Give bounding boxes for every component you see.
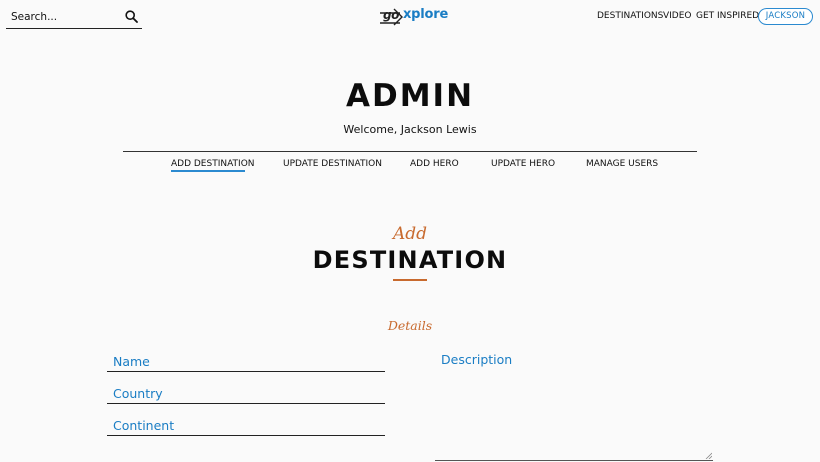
continent-input[interactable] bbox=[113, 417, 379, 434]
admin-page: go xplore DESTINATIONS VIDEO GET INSPIRE… bbox=[0, 0, 820, 462]
welcome-message: Welcome, Jackson Lewis bbox=[343, 123, 477, 136]
search-icon[interactable] bbox=[125, 10, 138, 23]
section-heading: DESTINATION bbox=[312, 246, 508, 274]
heading-accent-divider bbox=[393, 279, 427, 281]
nav-link-get-inspired[interactable]: GET INSPIRED bbox=[696, 11, 759, 21]
page-title: ADMIN bbox=[345, 78, 475, 114]
nav-link-video[interactable]: VIDEO bbox=[663, 11, 692, 21]
search-input[interactable] bbox=[11, 8, 119, 26]
user-account-button[interactable]: JACKSON bbox=[758, 8, 813, 25]
logo-suffix: xplore bbox=[403, 7, 449, 22]
name-input[interactable] bbox=[113, 353, 379, 370]
tab-add-hero[interactable]: ADD HERO bbox=[410, 159, 459, 169]
country-field bbox=[107, 383, 385, 404]
description-textarea[interactable] bbox=[441, 352, 711, 456]
section-kicker: Add bbox=[392, 224, 428, 244]
details-subheading: Details bbox=[387, 318, 433, 333]
top-header: go xplore DESTINATIONS VIDEO GET INSPIRE… bbox=[0, 0, 820, 34]
active-tab-indicator bbox=[171, 170, 245, 172]
site-logo[interactable]: go xplore bbox=[378, 6, 448, 28]
tab-add-destination[interactable]: ADD DESTINATION bbox=[171, 159, 255, 169]
country-input[interactable] bbox=[113, 385, 379, 402]
resize-grip-icon[interactable] bbox=[705, 452, 712, 459]
tab-update-hero[interactable]: UPDATE HERO bbox=[491, 159, 555, 169]
search-bar bbox=[6, 6, 142, 29]
continent-field bbox=[107, 415, 385, 436]
description-field bbox=[435, 350, 713, 461]
divider bbox=[123, 151, 697, 152]
tab-manage-users[interactable]: MANAGE USERS bbox=[586, 159, 658, 169]
tab-update-destination[interactable]: UPDATE DESTINATION bbox=[283, 159, 382, 169]
name-field bbox=[107, 351, 385, 372]
logo-prefix: go bbox=[383, 8, 399, 22]
nav-link-destinations[interactable]: DESTINATIONS bbox=[597, 11, 663, 21]
